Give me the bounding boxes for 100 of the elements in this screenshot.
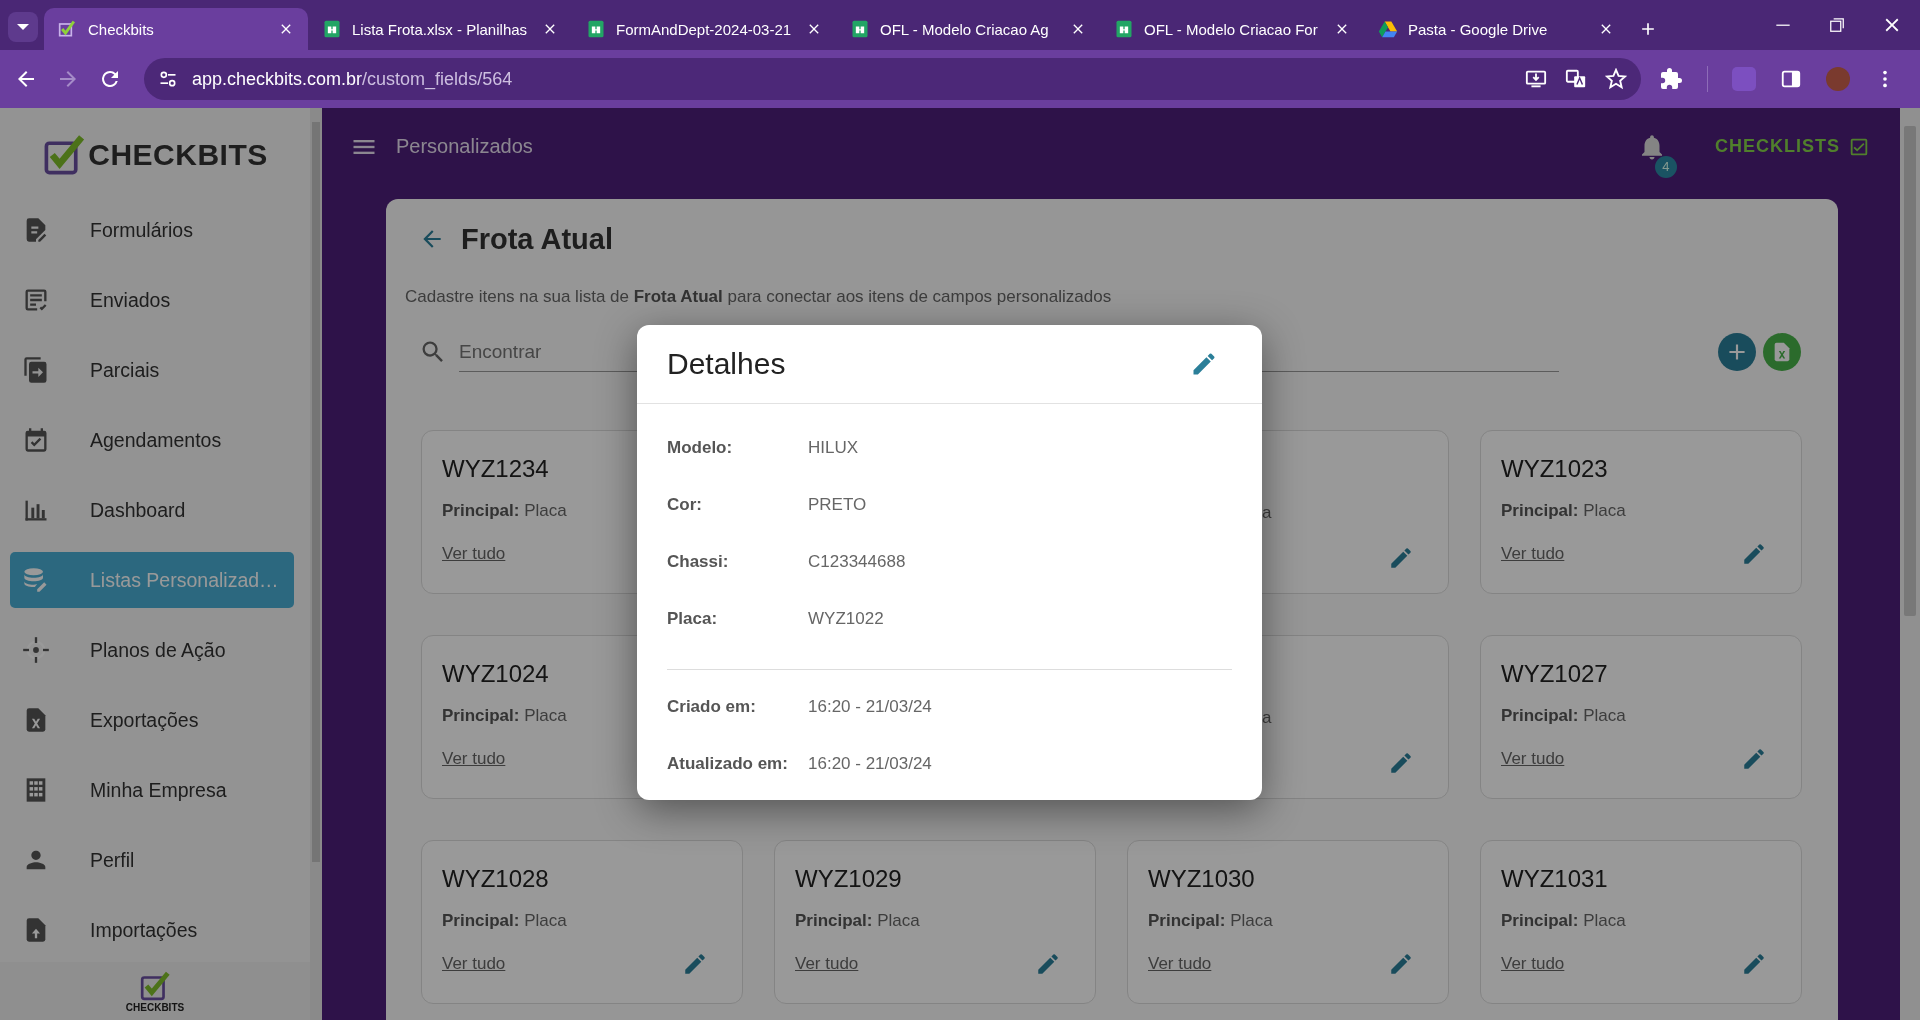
nav-item[interactable]: Importações <box>10 902 294 958</box>
spreadsheet-favicon <box>322 19 342 39</box>
item-card[interactable]: WYZ1029 Principal: Placa Ver tudo <box>774 840 1096 1004</box>
browser-tab[interactable]: OFL - Modelo Criacao Ag <box>836 8 1100 50</box>
field-value: HILUX <box>808 437 859 458</box>
view-all-link[interactable]: Ver tudo <box>1148 954 1212 974</box>
spreadsheet-favicon <box>850 19 870 39</box>
item-card[interactable]: WYZ1030 Principal: Placa Ver tudo <box>1127 840 1449 1004</box>
view-all-link[interactable]: Ver tudo <box>442 749 506 769</box>
principal-text: a <box>1262 708 1272 728</box>
view-all-link[interactable]: Ver tudo <box>1501 544 1565 564</box>
pencil-icon <box>1388 750 1414 776</box>
install-icon[interactable] <box>1525 68 1547 90</box>
nav-item[interactable]: Perfil <box>10 832 294 888</box>
restore-icon[interactable] <box>1827 15 1847 35</box>
item-card[interactable]: WYZ1028 Principal: Placa Ver tudo <box>421 840 743 1004</box>
principal-text: Principal: Placa <box>795 911 920 931</box>
card-title: WYZ1023 <box>1501 455 1608 483</box>
field-value: PRETO <box>808 494 867 515</box>
principal-text: Principal: Placa <box>442 501 567 521</box>
card-title: WYZ1234 <box>442 455 549 483</box>
pencil-icon <box>1388 545 1414 571</box>
view-all-link[interactable]: Ver tudo <box>442 544 506 564</box>
page-title: Frota Atual <box>461 222 613 256</box>
nav-item[interactable]: Enviados <box>10 272 294 328</box>
card-title: WYZ1029 <box>795 865 902 893</box>
dialog-title: Detalhes <box>667 347 786 381</box>
edit-button[interactable] <box>1741 951 1767 977</box>
principal-text: Principal: Placa <box>1501 501 1626 521</box>
drive-favicon <box>1378 19 1398 39</box>
puzzle-icon[interactable] <box>1659 67 1683 91</box>
spreadsheet-favicon <box>586 19 606 39</box>
item-card[interactable]: WYZ1027 Principal: Placa Ver tudo <box>1480 635 1802 799</box>
view-all-link[interactable]: Ver tudo <box>442 954 506 974</box>
edit-button[interactable] <box>1741 541 1767 567</box>
checkmark-logo-icon <box>42 133 87 177</box>
item-card[interactable]: WYZ1023 Principal: Placa Ver tudo <box>1480 430 1802 594</box>
tab-search-button[interactable] <box>8 12 38 42</box>
page-description: Cadastre itens na sua lista de Frota Atual para conectar aos itens de campos personalizados <box>405 287 1112 307</box>
side-panel-icon[interactable] <box>1780 68 1802 90</box>
nav-item[interactable]: Formulários <box>10 202 294 258</box>
edit-button[interactable] <box>682 951 708 977</box>
spreadsheet-favicon <box>1114 19 1134 39</box>
nav-item[interactable]: Exportações <box>10 692 294 748</box>
add-button[interactable] <box>1718 333 1756 371</box>
pencil-icon <box>682 951 708 977</box>
caret-icon <box>17 21 29 33</box>
principal-text: Principal: Placa <box>442 706 567 726</box>
copy-arrow-icon <box>22 356 50 384</box>
item-card[interactable]: WYZ1031 Principal: Placa Ver tudo <box>1480 840 1802 1004</box>
browser-tab[interactable]: Pasta - Google Drive <box>1364 8 1628 50</box>
principal-text: Principal: Placa <box>442 911 567 931</box>
nav-item[interactable]: Parciais <box>10 342 294 398</box>
principal-text: Principal: Placa <box>1501 706 1626 726</box>
site-settings-icon[interactable] <box>158 69 178 89</box>
pencil-icon <box>1741 746 1767 772</box>
nav-item[interactable]: Minha Empresa <box>10 762 294 818</box>
view-all-link[interactable]: Ver tudo <box>1501 749 1565 769</box>
card-title: WYZ1027 <box>1501 660 1608 688</box>
field-value: WYZ1022 <box>808 608 884 629</box>
edit-button[interactable] <box>1388 951 1414 977</box>
notification-badge: 4 <box>1655 155 1677 178</box>
browser-tab[interactable]: Lista Frota.xlsx - Planilhas <box>308 8 572 50</box>
crosshair-icon <box>22 636 50 664</box>
browser-tab[interactable]: FormAndDept-2024-03-21 <box>572 8 836 50</box>
checkmark-logo-icon <box>139 969 171 1002</box>
pencil-icon <box>1741 951 1767 977</box>
edit-button[interactable] <box>1388 750 1414 776</box>
header-title: Personalizados <box>396 135 533 158</box>
pencil-icon <box>1741 541 1767 567</box>
principal-text: Principal: Placa <box>1148 911 1273 931</box>
view-all-link[interactable]: Ver tudo <box>795 954 859 974</box>
nav-item[interactable]: Dashboard <box>10 482 294 538</box>
checklists-button[interactable]: CHECKLISTS <box>1715 135 1870 158</box>
principal-text: a <box>1262 503 1272 523</box>
footer-logo: CHECKBITS <box>0 962 310 1020</box>
nav-item[interactable]: Agendamentos <box>10 412 294 468</box>
edit-button[interactable] <box>1388 545 1414 571</box>
principal-text: Principal: Placa <box>1501 911 1626 931</box>
field-label: Modelo: <box>667 437 734 458</box>
edit-button[interactable] <box>1035 951 1061 977</box>
url-text: app.checkbits.com.br/custom_fields/564 <box>192 68 513 90</box>
field-value: C123344688 <box>808 551 906 572</box>
star-icon[interactable] <box>1605 68 1627 90</box>
card-title: WYZ1031 <box>1501 865 1608 893</box>
app-logo: CHECKBITS <box>0 108 310 202</box>
field-label: Chassi: <box>667 551 730 572</box>
browser-tab[interactable]: OFL - Modelo Criacao For <box>1100 8 1364 50</box>
address-bar[interactable]: app.checkbits.com.br/custom_fields/564 <box>144 58 1641 100</box>
card-title: WYZ1024 <box>442 660 549 688</box>
nav-item[interactable]: Planos de Ação <box>10 622 294 678</box>
field-label: Cor: <box>667 494 703 515</box>
pencil-icon <box>1388 951 1414 977</box>
browser-tab[interactable]: Checkbits <box>44 8 308 50</box>
translate-icon[interactable] <box>1565 68 1587 90</box>
edit-button[interactable] <box>1741 746 1767 772</box>
view-all-link[interactable]: Ver tudo <box>1501 954 1565 974</box>
field-value: 16:20 - 21/03/24 <box>808 753 932 774</box>
scrollbar-thumb[interactable] <box>1904 126 1916 616</box>
card-title: WYZ1028 <box>442 865 549 893</box>
